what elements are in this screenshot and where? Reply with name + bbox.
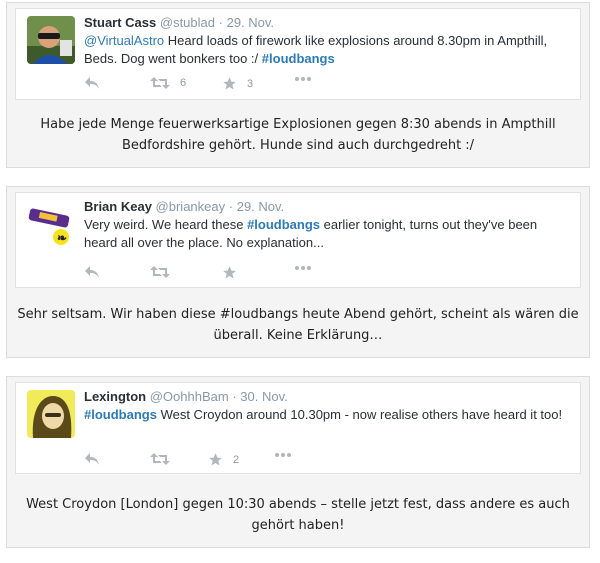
author-handle[interactable]: @stublad — [160, 15, 215, 30]
avatar[interactable] — [27, 16, 75, 64]
more-button[interactable] — [294, 265, 312, 271]
tweet-1[interactable]: Stuart Cass @stublad · 29. Nov. @Virtual… — [15, 8, 581, 100]
separator: · — [228, 199, 234, 214]
tweet-text-part: Very weird. We heard these — [84, 217, 248, 232]
tweet-3[interactable]: Lexington @OohhhBam · 30. Nov. #loudbang… — [15, 382, 581, 474]
more-dots-icon — [274, 452, 292, 458]
retweet-icon — [150, 76, 170, 90]
tweet-text: Very weird. We heard these #loudbangs ea… — [84, 216, 570, 252]
tweet-header: Lexington @OohhhBam · 30. Nov. — [84, 389, 288, 404]
tweet-card-2: ❧ Brian Keay @briankeay · 29. Nov. Very … — [6, 186, 590, 358]
author-name[interactable]: Brian Keay — [84, 199, 152, 214]
more-button[interactable] — [274, 452, 292, 458]
retweet-button[interactable] — [150, 265, 170, 279]
reply-button[interactable] — [84, 452, 100, 466]
more-dots-icon — [294, 76, 312, 82]
reply-icon — [84, 76, 100, 90]
retweet-button[interactable] — [150, 452, 170, 466]
favorite-count: 2 — [233, 453, 240, 466]
reply-button[interactable] — [84, 76, 100, 90]
tweet-text-part: West Croydon around 10.30pm - now realis… — [156, 407, 563, 422]
tweet-header: Brian Keay @briankeay · 29. Nov. — [84, 199, 284, 214]
favorite-button[interactable]: 2 — [208, 452, 239, 467]
reply-button[interactable] — [84, 265, 100, 279]
tweet-text: #loudbangs West Croydon around 10.30pm -… — [84, 406, 570, 424]
tweet-card-3: Lexington @OohhhBam · 30. Nov. #loudbang… — [6, 376, 590, 548]
favorite-star-icon — [222, 265, 237, 280]
author-handle[interactable]: @briankeay — [156, 199, 226, 214]
translation-text: Habe jede Menge feuerwerksartige Explosi… — [40, 117, 556, 153]
hashtag-link[interactable]: #loudbangs — [262, 51, 335, 66]
tweet-date[interactable]: 29. Nov. — [227, 15, 274, 30]
svg-text:❧: ❧ — [57, 231, 67, 245]
hashtag-link[interactable]: #loudbangs — [247, 217, 320, 232]
favorite-button[interactable]: 3 — [222, 76, 253, 91]
avatar[interactable] — [27, 390, 75, 438]
retweet-icon — [150, 265, 170, 279]
mention-link[interactable]: @VirtualAstro — [84, 33, 164, 48]
favorite-count: 3 — [247, 77, 254, 90]
hashtag-link[interactable]: #loudbangs — [84, 407, 157, 422]
avatar[interactable]: ❧ — [27, 200, 75, 248]
author-name[interactable]: Stuart Cass — [84, 15, 156, 30]
tweet-text: @VirtualAstro Heard loads of firework li… — [84, 32, 570, 68]
tweet-card-1: Stuart Cass @stublad · 29. Nov. @Virtual… — [6, 2, 590, 168]
more-dots-icon — [294, 265, 312, 271]
separator: · — [218, 15, 223, 30]
separator: · — [232, 389, 237, 404]
translation-text: Sehr seltsam. Wir haben diese #loudbangs… — [17, 307, 579, 343]
retweet-count: 6 — [180, 77, 187, 89]
favorite-button[interactable] — [222, 265, 237, 280]
retweet-icon — [150, 452, 170, 466]
tweet-date[interactable]: 29. Nov. — [237, 199, 284, 214]
tweet-date[interactable]: 30. Nov. — [240, 389, 287, 404]
tweet-header: Stuart Cass @stublad · 29. Nov. — [84, 15, 274, 30]
author-handle[interactable]: @OohhhBam — [150, 389, 229, 404]
favorite-star-icon — [222, 76, 237, 91]
translation-text: West Croydon [London] gegen 10:30 abends… — [26, 497, 570, 533]
reply-icon — [84, 452, 100, 466]
reply-icon — [84, 265, 100, 279]
more-button[interactable] — [294, 76, 312, 82]
author-name[interactable]: Lexington — [84, 389, 146, 404]
favorite-star-icon — [208, 452, 223, 467]
tweet-2[interactable]: ❧ Brian Keay @briankeay · 29. Nov. Very … — [15, 192, 581, 288]
retweet-button[interactable]: 6 — [150, 76, 186, 90]
